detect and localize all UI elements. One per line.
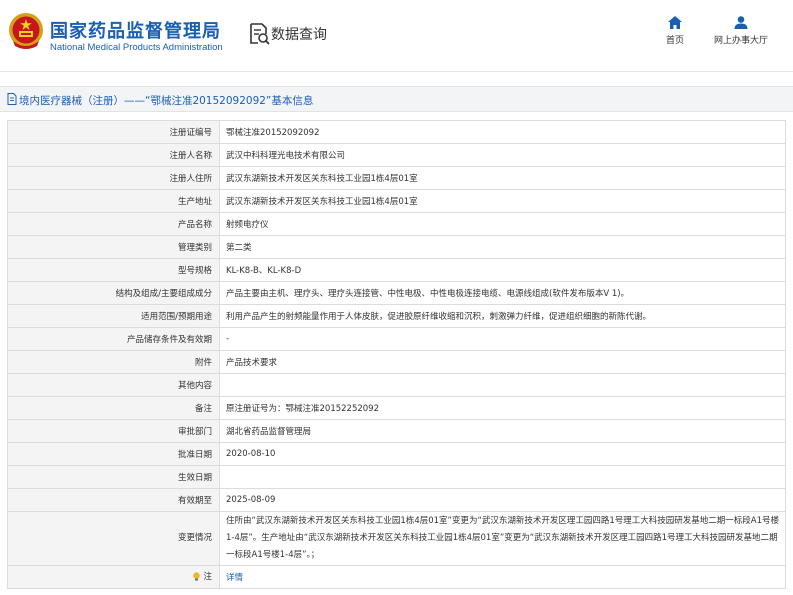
site-name-cn: 国家药品监督管理局 — [50, 21, 221, 42]
table-row: 注 详情 — [7, 565, 786, 589]
field-value: 湖北省药品监督管理局 — [219, 419, 786, 443]
table-row: 注册人住所 武汉东湖新技术开发区关东科技工业园1栋4层01室 — [7, 166, 786, 190]
field-value: 原注册证号为：鄂械注准20152252092 — [219, 396, 786, 420]
field-value: - — [219, 327, 786, 351]
field-value: 2020-08-10 — [219, 442, 786, 466]
field-value — [219, 465, 786, 489]
field-label: 结构及组成/主要组成成分 — [7, 281, 220, 305]
table-row: 备注 原注册证号为：鄂械注准20152252092 — [7, 396, 786, 420]
note-value-cell: 详情 — [219, 565, 786, 589]
table-row: 注册人名称 武汉中科科理光电技术有限公司 — [7, 143, 786, 167]
field-label: 型号规格 — [7, 258, 220, 282]
field-value: 射频电疗仪 — [219, 212, 786, 236]
note-label-cell: 注 — [7, 565, 220, 589]
field-label: 产品储存条件及有效期 — [7, 327, 220, 351]
field-label: 生效日期 — [7, 465, 220, 489]
table-row: 管理类别 第二类 — [7, 235, 786, 259]
note-key: 注 — [192, 570, 212, 582]
field-value: 武汉东湖新技术开发区关东科技工业园1栋4层01室 — [219, 166, 786, 190]
field-value: 鄂械注准20152092092 — [219, 120, 786, 144]
table-row: 产品储存条件及有效期 - — [7, 327, 786, 351]
field-label: 附件 — [7, 350, 220, 374]
user-icon — [734, 16, 748, 29]
table-row: 注册证编号 鄂械注准20152092092 — [7, 120, 786, 144]
field-label: 备注 — [7, 396, 220, 420]
field-value: 2025-08-09 — [219, 488, 786, 512]
field-value: 第二类 — [219, 235, 786, 259]
table-row: 生产地址 武汉东湖新技术开发区关东科技工业园1栋4层01室 — [7, 189, 786, 213]
national-emblem-icon — [9, 13, 43, 49]
table-row: 变更情况 住所由“武汉东湖新技术开发区关东科技工业园1栋4层01室”变更为“武汉东… — [7, 511, 786, 566]
field-value: 武汉中科科理光电技术有限公司 — [219, 143, 786, 167]
field-label: 注册人名称 — [7, 143, 220, 167]
field-value: 产品技术要求 — [219, 350, 786, 374]
table-row: 生效日期 — [7, 465, 786, 489]
field-label: 有效期至 — [7, 488, 220, 512]
field-label: 审批部门 — [7, 419, 220, 443]
table-row: 附件 产品技术要求 — [7, 350, 786, 374]
data-query-icon — [250, 23, 270, 45]
field-value: KL-K8-B、KL-K8-D — [219, 258, 786, 282]
table-row: 有效期至 2025-08-09 — [7, 488, 786, 512]
bulb-icon — [193, 572, 201, 581]
registration-detail-table: 注册证编号 鄂械注准20152092092 注册人名称 武汉中科科理光电技术有限公司… — [7, 120, 786, 589]
table-row: 适用范围/预期用途 利用产品产生的射频能量作用于人体皮肤，促进胶原纤维收缩和沉积，… — [7, 304, 786, 328]
site-name-en: National Medical Products Administration — [50, 42, 223, 53]
field-label: 变更情况 — [7, 511, 220, 566]
field-value — [219, 373, 786, 397]
field-label: 适用范围/预期用途 — [7, 304, 220, 328]
field-label: 生产地址 — [7, 189, 220, 213]
section-title: 数据查询 — [271, 27, 327, 43]
table-row: 其他内容 — [7, 373, 786, 397]
details-link[interactable]: 详情 — [226, 573, 243, 583]
site-header: 国家药品监督管理局 National Medical Products Admi… — [0, 0, 793, 72]
nav-home[interactable]: 首页 — [660, 16, 690, 46]
table-row: 结构及组成/主要组成成分 产品主要由主机、理疗头、理疗头连接管、中性电极、中性电极… — [7, 281, 786, 305]
table-row: 产品名称 射频电疗仪 — [7, 212, 786, 236]
record-title-bar: 境内医疗器械（注册）——“鄂械注准20152092092”基本信息 — [0, 86, 793, 112]
note-label: 注 — [203, 572, 212, 583]
field-value: 住所由“武汉东湖新技术开发区关东科技工业园1栋4层01室”变更为“武汉东湖新技术… — [219, 511, 786, 566]
record-title: 境内医疗器械（注册）——“鄂械注准20152092092”基本信息 — [19, 95, 314, 107]
nav-online-service-hall-label: 网上办事大厅 — [713, 36, 768, 46]
field-label: 产品名称 — [7, 212, 220, 236]
field-label: 管理类别 — [7, 235, 220, 259]
table-row: 型号规格 KL-K8-B、KL-K8-D — [7, 258, 786, 282]
field-value: 武汉东湖新技术开发区关东科技工业园1栋4层01室 — [219, 189, 786, 213]
field-value: 产品主要由主机、理疗头、理疗头连接管、中性电极、中性电极连接电缆、电源线组成(软… — [219, 281, 786, 305]
home-icon — [668, 16, 682, 29]
field-label: 批准日期 — [7, 442, 220, 466]
field-value: 利用产品产生的射频能量作用于人体皮肤，促进胶原纤维收缩和沉积，刺激弹力纤维，促进… — [219, 304, 786, 328]
field-label: 其他内容 — [7, 373, 220, 397]
field-label: 注册人住所 — [7, 166, 220, 190]
document-icon — [7, 93, 17, 105]
nav-online-service-hall[interactable]: 网上办事大厅 — [708, 16, 774, 46]
field-label: 注册证编号 — [7, 120, 220, 144]
nav-home-label: 首页 — [665, 36, 684, 46]
table-row: 审批部门 湖北省药品监督管理局 — [7, 419, 786, 443]
table-row: 批准日期 2020-08-10 — [7, 442, 786, 466]
